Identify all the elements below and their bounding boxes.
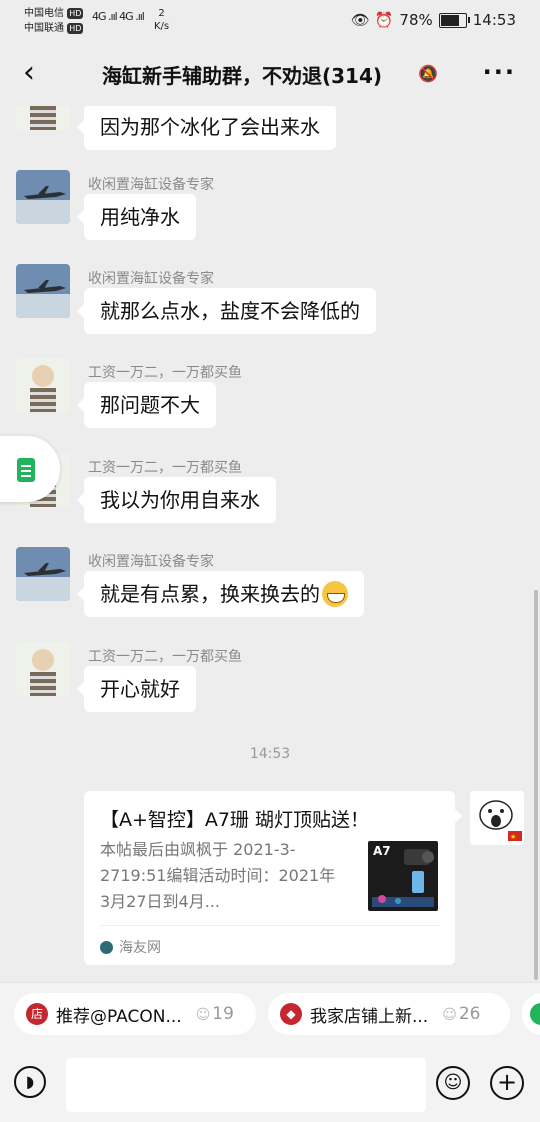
- signal-icon: 4G .ııl 4G .ııl: [92, 10, 145, 23]
- avatar[interactable]: [16, 358, 70, 412]
- chat-header: ‹ 海缸新手辅助群，不劝退(314) 🔕 ···: [0, 44, 540, 106]
- carrier-1: 中国电信: [24, 8, 64, 19]
- voice-icon[interactable]: ◗: [14, 1066, 46, 1098]
- store-icon: 店: [26, 1003, 48, 1025]
- group-shortcut-bar: 店 推荐@PACON... 19 ◆ 我家店铺上新... 26: [0, 982, 540, 1047]
- pill-count: 19: [196, 1004, 234, 1024]
- sender-name: 工资一万二，一万都买鱼: [88, 460, 242, 476]
- clock: 14:53: [472, 11, 516, 29]
- card-divider: [100, 925, 439, 926]
- carrier-info: 中国电信 HD 中国联通 HD: [24, 6, 84, 36]
- message-bubble[interactable]: 就那么点水，盐度不会降低的: [77, 288, 376, 334]
- sender-name: 收闲置海缸设备专家: [88, 271, 214, 287]
- green-pill-icon: [530, 1003, 540, 1025]
- source-name: 海友网: [119, 940, 161, 956]
- avatar[interactable]: [16, 547, 70, 601]
- svg-text:★: ★: [510, 833, 516, 841]
- message-input[interactable]: [66, 1058, 426, 1112]
- eye-alarm-icon: 👁 ⏰: [350, 11, 394, 29]
- battery-percent: 78%: [399, 11, 433, 29]
- message-bubble[interactable]: 开心就好: [77, 666, 196, 712]
- pill-recommend[interactable]: 店 推荐@PACON... 19: [14, 993, 256, 1035]
- message-bubble[interactable]: 就是有点累，换来换去的: [77, 571, 364, 617]
- network-speed: 2 K/s: [154, 7, 169, 33]
- sender-name: 工资一万二，一万都买鱼: [88, 649, 242, 665]
- message-bubble[interactable]: 用纯净水: [77, 194, 196, 240]
- status-bar: 中国电信 HD 中国联通 HD 4G .ııl 4G .ııl 2 K/s 👁 …: [0, 0, 540, 44]
- document-icon: [17, 458, 35, 482]
- card-source: 海友网: [100, 937, 161, 957]
- avatar[interactable]: [16, 106, 70, 130]
- sender-name: 收闲置海缸设备专家: [88, 177, 214, 193]
- pill-count: 26: [442, 1004, 481, 1024]
- hd-badge: HD: [67, 23, 84, 34]
- message-text: 就是有点累，换来换去的: [100, 582, 320, 606]
- avatar[interactable]: [16, 170, 70, 224]
- mute-bell-icon: 🔕: [418, 64, 438, 83]
- card-title: 【A+智控】A7珊 瑚灯顶贴送！: [100, 809, 370, 831]
- message-timestamp: 14:53: [249, 746, 291, 762]
- link-card[interactable]: 【A+智控】A7珊 瑚灯顶贴送！ 本帖最后由飒枫于 2021-3-2719:51…: [84, 791, 462, 965]
- message-bubble[interactable]: 我以为你用自来水: [77, 477, 276, 523]
- carrier-2: 中国联通: [24, 23, 64, 34]
- message-bubble[interactable]: 那问题不大: [77, 382, 216, 428]
- self-avatar[interactable]: ★: [470, 791, 524, 845]
- card-description: 本帖最后由飒枫于 2021-3-2719:51编辑活动时间：2021年3月27日…: [100, 840, 336, 911]
- shop-tag-icon: ◆: [280, 1003, 302, 1025]
- pill-label: 我家店铺上新...: [310, 1006, 429, 1027]
- pill-shop-new[interactable]: ◆ 我家店铺上新... 26: [268, 993, 510, 1035]
- pill-partial[interactable]: [522, 993, 540, 1035]
- avatar[interactable]: [16, 264, 70, 318]
- chat-title: 海缸新手辅助群，不劝退(314): [102, 64, 383, 88]
- source-logo-icon: [100, 940, 113, 954]
- scrollbar[interactable]: [534, 590, 538, 980]
- speed-unit: K/s: [154, 21, 170, 32]
- sender-name: 工资一万二，一万都买鱼: [88, 365, 242, 381]
- emoji-icon[interactable]: ☺: [436, 1066, 470, 1100]
- back-arrow-icon[interactable]: ‹: [14, 58, 44, 92]
- input-bar: ◗ ☺ +: [0, 1046, 540, 1122]
- status-right: 👁 ⏰ 78% 14:53: [351, 11, 516, 29]
- sender-name: 收闲置海缸设备专家: [88, 554, 214, 570]
- plus-icon[interactable]: +: [490, 1066, 524, 1100]
- hd-badge: HD: [67, 8, 84, 19]
- avatar[interactable]: [16, 642, 70, 696]
- speed-value: 2: [158, 8, 165, 19]
- grin-emoji-icon: [322, 580, 348, 607]
- chat-messages[interactable]: 因为那个冰化了会出来水 收闲置海缸设备专家 用纯净水 收闲置海缸设备专家 就那么…: [0, 106, 540, 982]
- pill-label: 推荐@PACON...: [56, 1006, 182, 1027]
- battery-icon: [438, 12, 470, 28]
- message-bubble[interactable]: 因为那个冰化了会出来水: [77, 106, 336, 150]
- more-options-icon[interactable]: ···: [483, 58, 516, 86]
- card-thumbnail: A7: [368, 841, 438, 911]
